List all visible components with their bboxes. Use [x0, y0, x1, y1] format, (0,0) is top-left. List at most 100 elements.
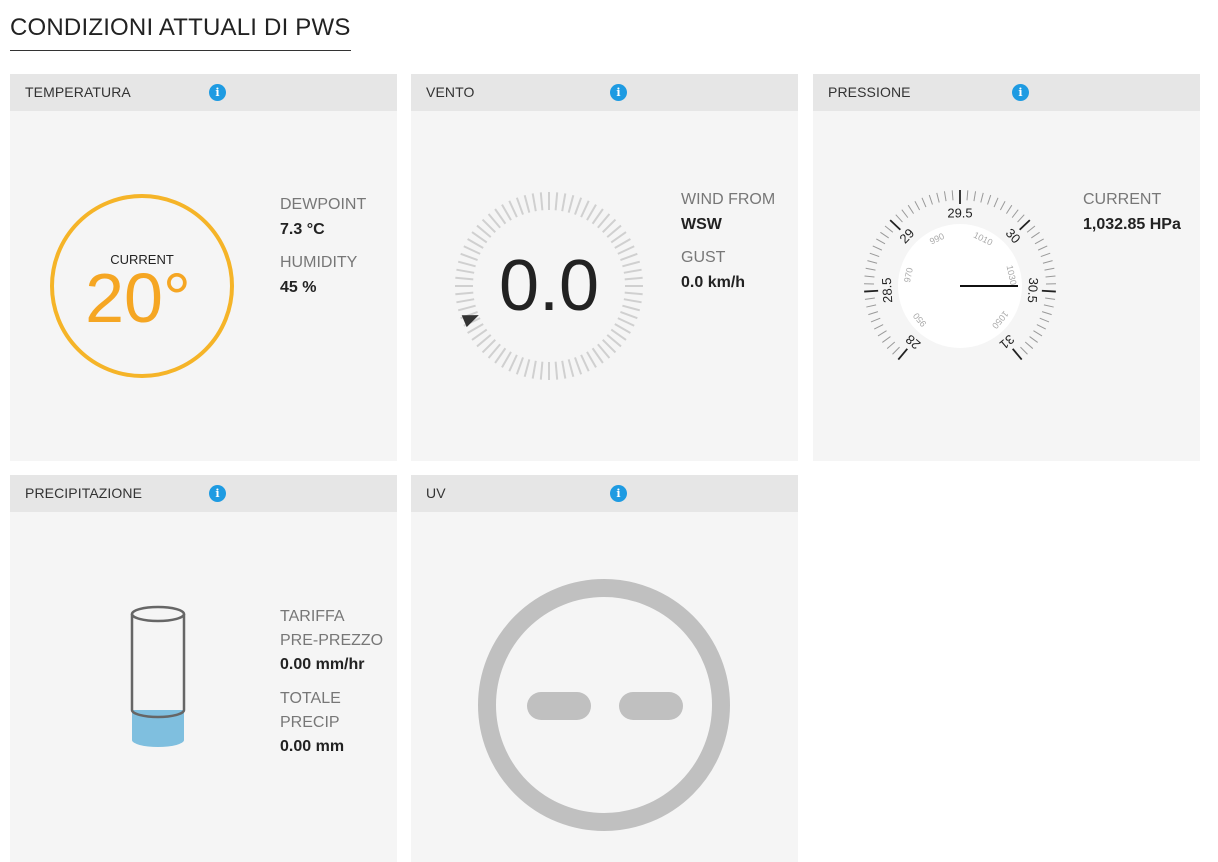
- pressure-card: PRESSIONE i 28 28.5 29 29.5 30 30.5 31 9…: [813, 74, 1200, 461]
- barometer-tick: [901, 209, 909, 218]
- barometer-outer-label: 30.5: [1025, 277, 1041, 303]
- wind-compass-tick: [567, 194, 575, 213]
- wind-compass-tick: [508, 354, 518, 372]
- uv-right-eye: [619, 692, 683, 720]
- pressure-card-title: PRESSIONE: [828, 84, 911, 100]
- wind-card: VENTO i 0.0 WIND FROM WSW GUST 0.0 km/h: [411, 74, 798, 461]
- wind-compass-tick: [622, 260, 641, 268]
- uv-card-title: UV: [426, 485, 446, 501]
- barometer-tick: [877, 330, 887, 337]
- barometer-tick: [897, 348, 908, 361]
- barometer-tick: [895, 214, 903, 223]
- uv-left-eye: [527, 692, 591, 720]
- barometer-tick: [951, 190, 954, 201]
- barometer-tick: [936, 192, 940, 203]
- wind-compass-tick: [456, 298, 475, 304]
- barometer-tick: [1041, 289, 1056, 293]
- barometer-tick: [1026, 225, 1036, 233]
- barometer-tick: [973, 191, 977, 202]
- pressure-info-icon[interactable]: i: [1012, 84, 1029, 101]
- precipitation-card: PRECIPITAZIONE i TARIFFA PRE-PREZZO 0.00…: [10, 475, 397, 862]
- wind-compass-tick: [624, 276, 643, 281]
- wind-compass-tick: [531, 360, 537, 379]
- barometer-tick: [1019, 219, 1031, 231]
- barometer-tick: [876, 238, 886, 245]
- pressure-card-header: PRESSIONE i: [813, 74, 1200, 111]
- barometer-tick: [1029, 336, 1038, 343]
- wind-compass-tick: [602, 218, 617, 233]
- wind-compass-tick: [481, 218, 496, 233]
- barometer-tick: [1036, 324, 1047, 330]
- rain-gauge: [130, 605, 186, 747]
- barometer-tick: [864, 297, 875, 300]
- barometer-tick: [980, 192, 984, 203]
- barometer-tick: [870, 317, 881, 323]
- barometer-tick: [1020, 346, 1028, 355]
- humidity-label: HUMIDITY: [280, 254, 358, 271]
- wind-compass-tick: [602, 339, 617, 354]
- wind-compass-tick: [508, 200, 518, 218]
- wind-compass-tick: [610, 231, 627, 244]
- wind-compass-tick: [624, 291, 643, 296]
- wind-compass-tick: [574, 357, 583, 375]
- barometer-tick: [999, 201, 1006, 211]
- wind-compass-tick: [586, 351, 597, 368]
- wind-compass-tick: [476, 334, 492, 348]
- wind-compass-tick: [606, 334, 622, 348]
- barometer-tick: [892, 346, 900, 355]
- barometer-tick: [1039, 317, 1050, 323]
- wind-compass-tick: [501, 204, 512, 221]
- barometer-tick: [869, 252, 880, 258]
- wind-compass-tick: [481, 339, 496, 354]
- rain-rate-label-line1: TARIFFA: [280, 608, 345, 625]
- barometer-tick: [1024, 341, 1034, 349]
- wind-compass-tick: [539, 361, 544, 380]
- barometer-tick: [886, 341, 896, 349]
- wind-compass-tick: [606, 224, 622, 238]
- precipitation-card-header: PRECIPITAZIONE i: [10, 475, 397, 512]
- barometer-tick: [1045, 275, 1056, 278]
- barometer-tick: [914, 201, 921, 211]
- wind-compass-tick: [623, 268, 642, 274]
- wind-compass-tick: [487, 343, 501, 359]
- humidity-value: 45 %: [280, 279, 317, 296]
- barometer-outer-label: 29.5: [947, 205, 972, 220]
- precipitation-info-icon[interactable]: i: [209, 485, 226, 502]
- wind-compass-tick: [455, 291, 474, 296]
- barometer-tick: [1040, 252, 1051, 258]
- wind-compass-tick: [610, 328, 627, 341]
- wind-compass-tick: [531, 193, 537, 212]
- wind-compass-tick: [457, 260, 476, 268]
- barometer-tick: [943, 191, 947, 202]
- wind-speed-value: 0.0: [499, 246, 599, 326]
- wind-compass-tick: [515, 197, 524, 215]
- barometer-tick: [1005, 204, 1013, 214]
- wind-compass-tick: [494, 347, 507, 364]
- barometer-tick: [866, 304, 877, 308]
- barometer-tick: [1043, 304, 1054, 308]
- temperature-gauge: CURRENT 20°: [50, 194, 234, 378]
- temperature-card: TEMPERATURA i CURRENT 20° DEWPOINT 7.3 °…: [10, 74, 397, 461]
- barometer-tick: [889, 219, 901, 231]
- wind-compass-tick: [554, 192, 559, 211]
- wind-compass-tick: [614, 238, 631, 249]
- wind-compass-tick: [574, 197, 583, 215]
- wind-compass-tick: [597, 213, 611, 229]
- uv-face-ring: [478, 579, 730, 831]
- wind-compass-tick: [623, 298, 642, 304]
- wind-from-value: WSW: [681, 216, 722, 233]
- temperature-card-header: TEMPERATURA i: [10, 74, 397, 111]
- wind-from-label: WIND FROM: [681, 191, 776, 208]
- wind-compass-tick: [617, 317, 635, 327]
- wind-compass-tick: [467, 323, 484, 334]
- barometer-tick: [868, 311, 879, 316]
- wind-info-icon[interactable]: i: [610, 84, 627, 101]
- temperature-info-icon[interactable]: i: [209, 84, 226, 101]
- temperature-current-value: 20°: [85, 259, 191, 337]
- wind-compass-tick: [554, 361, 559, 380]
- barometer-tick: [880, 231, 889, 239]
- wind-compass-tick: [494, 208, 507, 225]
- wind-compass-tick: [476, 224, 492, 238]
- uv-info-icon[interactable]: i: [610, 485, 627, 502]
- wind-compass-tick: [586, 204, 597, 221]
